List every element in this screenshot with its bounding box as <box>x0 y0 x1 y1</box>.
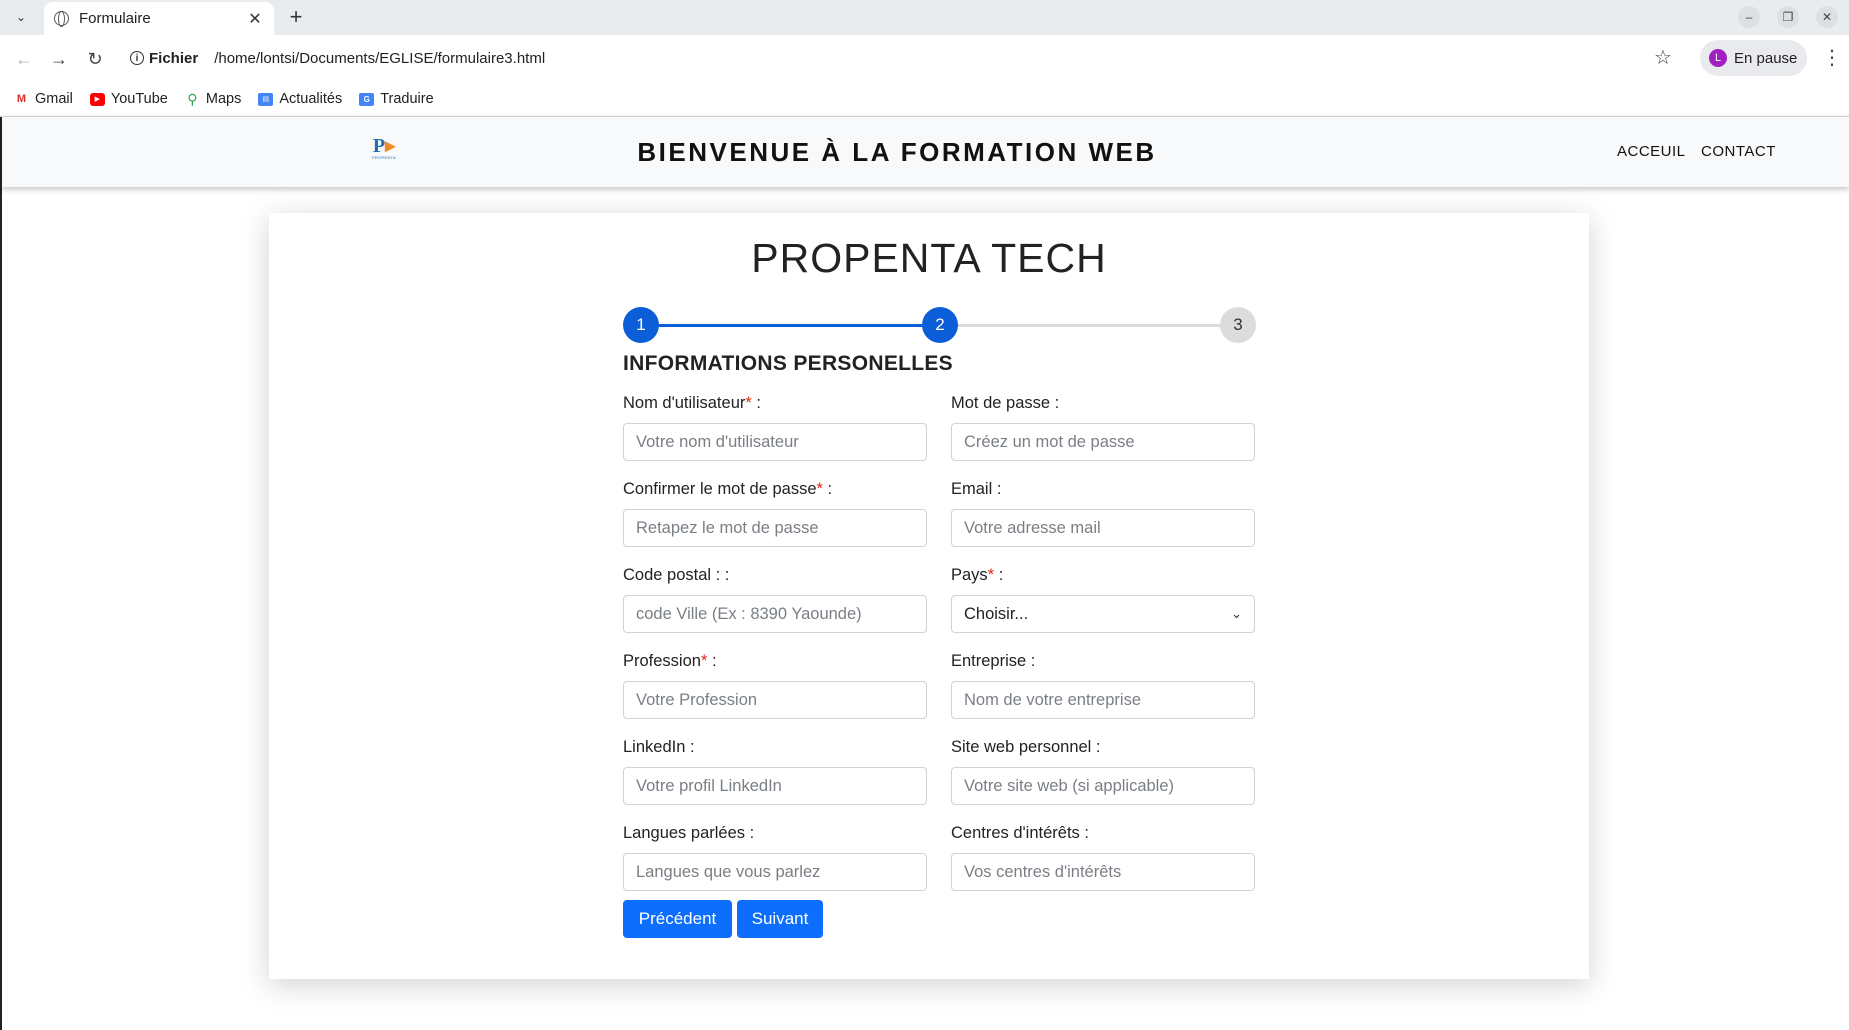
bookmark-maps[interactable]: ⚲ Maps <box>185 90 242 108</box>
password-label: Mot de passe : <box>951 394 1060 412</box>
restore-icon[interactable]: ❐ <box>1777 6 1799 28</box>
postal-code-label: Code postal : : <box>623 566 730 584</box>
email-label: Email : <box>951 480 1002 498</box>
bookmark-label: Gmail <box>35 91 73 107</box>
username-input[interactable] <box>623 423 927 461</box>
info-icon: i <box>130 51 144 65</box>
step-2: 2 <box>922 307 958 343</box>
chevron-down-icon: ⌄ <box>1231 606 1242 621</box>
bookmark-youtube[interactable]: ▶ YouTube <box>89 91 168 107</box>
bookmark-news[interactable]: ▤ Actualités <box>258 91 342 107</box>
country-field: Pays* : Choisir... ⌄ <box>951 564 1255 633</box>
bookmark-label: Actualités <box>279 91 343 107</box>
profile-label: En pause <box>1734 49 1798 67</box>
languages-input[interactable] <box>623 853 927 891</box>
linkedin-field: LinkedIn : <box>623 736 927 805</box>
site-title: BIENVENUE À LA FORMATION WEB <box>637 137 1157 167</box>
bookmark-label: YouTube <box>110 91 168 107</box>
bookmarks-bar: M Gmail ▶ YouTube ⚲ Maps ▤ Actualités G … <box>0 82 1849 117</box>
linkedin-input[interactable] <box>623 767 927 805</box>
globe-icon <box>54 11 69 27</box>
tab-strip: ⌄ Formulaire ✕ + – ❐ ✕ <box>0 0 1849 35</box>
url-text[interactable]: /home/lontsi/Documents/EGLISE/formulaire… <box>214 50 545 67</box>
step-line-completed <box>641 324 940 327</box>
forward-arrow-icon[interactable]: → <box>46 46 72 72</box>
youtube-icon: ▶ <box>89 92 105 106</box>
window-close-icon[interactable]: ✕ <box>1816 6 1838 28</box>
bookmark-translate[interactable]: G Traduire <box>359 91 434 107</box>
bookmark-label: Maps <box>205 91 242 107</box>
password-input[interactable] <box>951 423 1255 461</box>
back-arrow-icon[interactable]: ← <box>11 46 37 72</box>
website-input[interactable] <box>951 767 1255 805</box>
company-input[interactable] <box>951 681 1255 719</box>
username-field: Nom d'utilisateur* : <box>623 392 927 461</box>
nav-link-accueil[interactable]: ACCEUIL <box>1617 143 1686 160</box>
email-field: Email : <box>951 478 1255 547</box>
bookmark-gmail[interactable]: M Gmail <box>14 91 73 107</box>
website-label: Site web personnel : <box>951 738 1101 756</box>
news-icon: ▤ <box>258 92 274 106</box>
gmail-icon: M <box>16 93 27 105</box>
profession-field: Profession* : <box>623 650 927 719</box>
reload-icon[interactable]: ↻ <box>82 46 108 72</box>
profile-button[interactable]: L En pause <box>1700 40 1807 76</box>
profession-input[interactable] <box>623 681 927 719</box>
nav-link-contact[interactable]: CONTACT <box>1701 143 1776 160</box>
company-field: Entreprise : <box>951 650 1255 719</box>
postal-code-input[interactable] <box>623 595 927 633</box>
confirm-password-label: Confirmer le mot de passe* : <box>623 480 833 498</box>
profession-label: Profession* : <box>623 652 717 670</box>
interests-field: Centres d'intérêts : <box>951 822 1255 891</box>
languages-field: Langues parlées : <box>623 822 927 891</box>
country-label: Pays* : <box>951 566 1004 584</box>
scheme-label: Fichier <box>149 49 199 67</box>
interests-input[interactable] <box>951 853 1255 891</box>
avatar: L <box>1709 49 1727 67</box>
address-bar[interactable]: i Fichier /home/lontsi/Documents/EGLISE/… <box>120 41 1690 75</box>
new-tab-button[interactable]: + <box>284 4 308 30</box>
form-card: PROPENTA TECH 1 2 3 INFORMATIONS PERSONE… <box>269 213 1589 979</box>
country-selected-value: Choisir... <box>964 604 1029 623</box>
site-header: P▸ PROPENTA BIENVENUE À LA FORMATION WEB… <box>2 117 1849 187</box>
step-3: 3 <box>1220 307 1256 343</box>
confirm-password-input[interactable] <box>623 509 927 547</box>
bookmark-star-icon[interactable]: ☆ <box>1654 45 1672 70</box>
step-1: 1 <box>623 307 659 343</box>
website-field: Site web personnel : <box>951 736 1255 805</box>
tab-title: Formulaire <box>79 10 151 27</box>
maps-icon: ⚲ <box>187 90 198 107</box>
browser-toolbar: ← → ↻ i Fichier /home/lontsi/Documents/E… <box>0 35 1849 82</box>
page-viewport: P▸ PROPENTA BIENVENUE À LA FORMATION WEB… <box>0 117 1849 1030</box>
company-label: Entreprise : <box>951 652 1036 670</box>
username-label: Nom d'utilisateur* : <box>623 394 761 412</box>
step-line-pending <box>940 324 1239 327</box>
progress-stepper: 1 2 3 <box>623 307 1256 343</box>
postal-code-field: Code postal : : <box>623 564 927 633</box>
site-info-button[interactable]: i Fichier <box>130 50 214 67</box>
languages-label: Langues parlées : <box>623 824 755 842</box>
confirm-password-field: Confirmer le mot de passe* : <box>623 478 927 547</box>
browser-chrome: ⌄ Formulaire ✕ + – ❐ ✕ ← → ↻ i Fichier /… <box>0 0 1849 117</box>
previous-button[interactable]: Précédent <box>623 900 732 938</box>
linkedin-label: LinkedIn : <box>623 738 695 756</box>
browser-tab[interactable]: Formulaire ✕ <box>44 2 274 35</box>
interests-label: Centres d'intérêts : <box>951 824 1089 842</box>
section-title: INFORMATIONS PERSONELLES <box>623 352 953 375</box>
tab-search-chevron-icon[interactable]: ⌄ <box>9 6 33 28</box>
next-button[interactable]: Suivant <box>737 900 823 938</box>
tab-close-icon[interactable]: ✕ <box>246 9 264 29</box>
bookmark-label: Traduire <box>380 91 434 107</box>
minimize-icon[interactable]: – <box>1738 6 1760 28</box>
translate-icon: G <box>359 92 375 106</box>
email-input[interactable] <box>951 509 1255 547</box>
menu-kebab-icon[interactable]: ⋮ <box>1822 45 1842 70</box>
country-select[interactable]: Choisir... ⌄ <box>951 595 1255 633</box>
password-field: Mot de passe : <box>951 392 1255 461</box>
form-title: PROPENTA TECH <box>751 235 1107 281</box>
